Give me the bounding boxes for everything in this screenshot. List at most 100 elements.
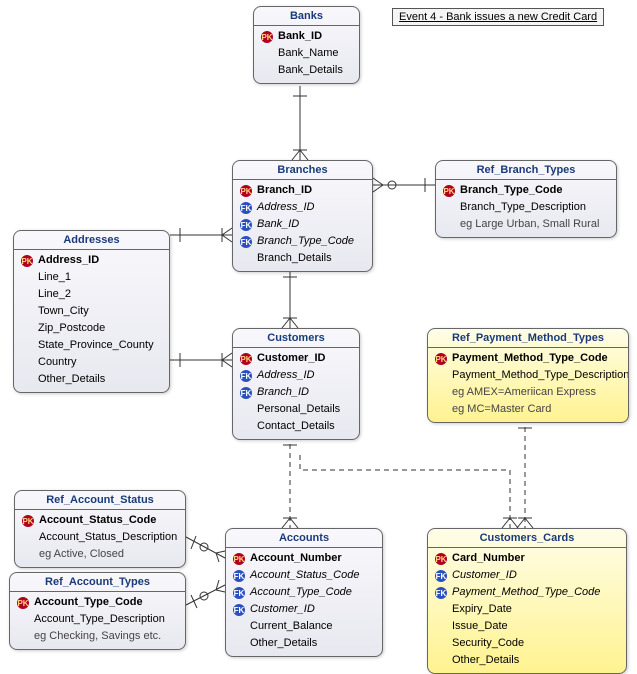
fk-icon: FK xyxy=(434,586,448,600)
attr-name: Expiry_Date xyxy=(452,602,620,617)
svg-text:PK: PK xyxy=(240,187,251,196)
svg-text:PK: PK xyxy=(261,33,272,42)
event-label: Event 4 - Bank issues a new Credit Card xyxy=(392,8,604,26)
entity-body: PKAccount_Status_CodeAccount_Status_Desc… xyxy=(15,510,185,567)
entity-ref-account-types: Ref_Account_Types PKAccount_Type_CodeAcc… xyxy=(9,572,186,650)
attr-name: eg Large Urban, Small Rural xyxy=(460,217,610,232)
fk-icon: FK xyxy=(232,603,246,617)
attr-row: eg Checking, Savings etc. xyxy=(14,628,181,645)
blank-icon xyxy=(20,271,34,285)
attr-name: Other_Details xyxy=(250,636,376,651)
attr-row: FKBank_ID xyxy=(237,216,368,233)
svg-text:FK: FK xyxy=(436,589,447,598)
attr-name: eg Active, Closed xyxy=(39,547,179,562)
svg-text:FK: FK xyxy=(436,572,447,581)
attr-row: Contact_Details xyxy=(237,418,355,435)
blank-icon xyxy=(434,603,448,617)
blank-icon xyxy=(16,613,30,627)
entity-title: Ref_Payment_Method_Types xyxy=(428,329,628,348)
pk-icon: PK xyxy=(239,184,253,198)
fk-icon: FK xyxy=(239,386,253,400)
attr-name: eg AMEX=Ameriican Express xyxy=(452,385,622,400)
svg-text:PK: PK xyxy=(240,355,251,364)
attr-name: Other_Details xyxy=(38,372,163,387)
blank-icon xyxy=(260,64,274,78)
attr-row: PK Address_ID xyxy=(18,252,165,269)
entity-body: PKAccount_Number FK Account_Status_CodeFKA… xyxy=(226,548,382,656)
attr-row: Other_Details xyxy=(18,371,165,388)
entity-customers-cards: Customers_Cards PKCard_NumberFKCustomer_… xyxy=(427,528,627,674)
attr-row: Expiry_Date xyxy=(432,601,622,618)
blank-icon xyxy=(21,531,35,545)
attr-name: Payment_Method_Type_Code xyxy=(452,585,620,600)
attr-row: PKAccount_Type_Code xyxy=(14,594,181,611)
entity-title: Ref_Account_Status xyxy=(15,491,185,510)
attr-name: Address_ID xyxy=(257,368,353,383)
blank-icon xyxy=(232,637,246,651)
blank-icon xyxy=(20,322,34,336)
entity-body: PK Customer_IDFKAddress_ID FK Branch_IDPers… xyxy=(233,348,359,439)
attr-name: Address_ID xyxy=(38,253,163,268)
attr-row: Payment_Method_Type_Description xyxy=(432,367,624,384)
entity-body: PKCard_NumberFKCustomer_IDFKPayment_Meth… xyxy=(428,548,626,673)
attr-name: Branch_ID xyxy=(257,385,353,400)
fk-icon: FK xyxy=(232,569,246,583)
attr-row: FKBranch_Type_Code xyxy=(237,233,368,250)
attr-row: Bank_Name xyxy=(258,45,355,62)
entity-title: Branches xyxy=(233,161,372,180)
attr-name: State_Province_County xyxy=(38,338,163,353)
svg-text:FK: FK xyxy=(241,204,252,213)
attr-name: Customer_ID xyxy=(257,351,353,366)
blank-icon xyxy=(20,356,34,370)
attr-row: PKBank_ID xyxy=(258,28,355,45)
attr-name: Account_Type_Code xyxy=(34,595,179,610)
attr-row: FKAddress_ID xyxy=(237,367,355,384)
blank-icon xyxy=(260,47,274,61)
pk-icon: PK xyxy=(434,352,448,366)
svg-text:PK: PK xyxy=(22,517,33,526)
attr-row: Account_Type_Description xyxy=(14,611,181,628)
fk-icon: FK xyxy=(239,235,253,249)
attr-row: PKBranch_Type_Code xyxy=(440,182,612,199)
attr-name: Town_City xyxy=(38,304,163,319)
attr-row: PKAccount_Number xyxy=(230,550,378,567)
blank-icon xyxy=(16,630,30,644)
blank-icon xyxy=(434,637,448,651)
attr-row: Other_Details xyxy=(432,652,622,669)
blank-icon xyxy=(442,218,456,232)
attr-name: Customer_ID xyxy=(250,602,376,617)
attr-name: eg MC=Master Card xyxy=(452,402,622,417)
entity-title: Addresses xyxy=(14,231,169,250)
attr-row: FKCustomer_ID xyxy=(432,567,622,584)
pk-icon: PK xyxy=(21,514,35,528)
attr-name: Line_1 xyxy=(38,270,163,285)
fk-icon: FK xyxy=(232,586,246,600)
attr-row: FKAccount_Type_Code xyxy=(230,584,378,601)
attr-row: Personal_Details xyxy=(237,401,355,418)
attr-row: eg Large Urban, Small Rural xyxy=(440,216,612,233)
attr-name: Account_Status_Description xyxy=(39,530,179,545)
svg-text:PK: PK xyxy=(21,257,32,266)
attr-row: FK Customer_ID xyxy=(230,601,378,618)
attr-row: PKBranch_ID xyxy=(237,182,368,199)
pk-icon: PK xyxy=(442,184,456,198)
blank-icon xyxy=(20,339,34,353)
pk-icon: PK xyxy=(239,352,253,366)
attr-name: Bank_ID xyxy=(257,217,366,232)
attr-row: eg Active, Closed xyxy=(19,546,181,563)
attr-name: Zip_Postcode xyxy=(38,321,163,336)
blank-icon xyxy=(232,620,246,634)
attr-name: Other_Details xyxy=(452,653,620,668)
blank-icon xyxy=(20,305,34,319)
entity-title: Ref_Branch_Types xyxy=(436,161,616,180)
blank-icon xyxy=(434,403,448,417)
attr-name: Branch_Details xyxy=(257,251,366,266)
attr-row: eg AMEX=Ameriican Express xyxy=(432,384,624,401)
blank-icon xyxy=(434,620,448,634)
attr-name: Account_Status_Code xyxy=(250,568,376,583)
attr-row: PKCard_Number xyxy=(432,550,622,567)
blank-icon xyxy=(20,373,34,387)
attr-name: Issue_Date xyxy=(452,619,620,634)
attr-row: Line_1 xyxy=(18,269,165,286)
attr-name: Card_Number xyxy=(452,551,620,566)
